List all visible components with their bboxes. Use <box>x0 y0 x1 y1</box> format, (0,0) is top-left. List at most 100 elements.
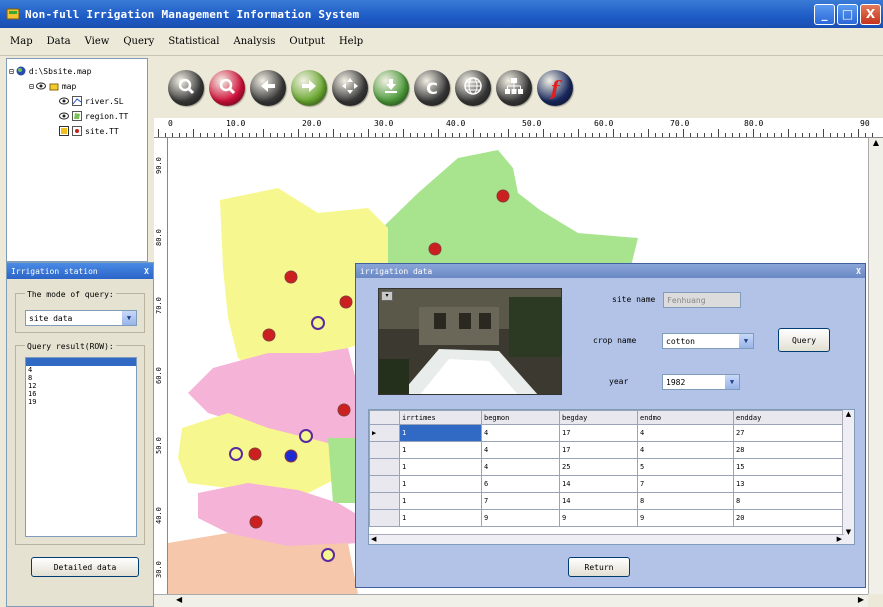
tree-group-map[interactable]: ⊟ map <box>29 80 76 92</box>
table-cell[interactable]: 8 <box>637 492 734 510</box>
column-header[interactable]: begday <box>559 410 638 425</box>
close-button[interactable]: X <box>860 3 881 25</box>
column-header[interactable]: begmon <box>481 410 560 425</box>
checkbox-icon[interactable] <box>59 126 69 136</box>
menu-statistical[interactable]: Statistical <box>168 36 219 47</box>
table-cell[interactable]: 7 <box>637 475 734 493</box>
menu-map[interactable]: Map <box>10 36 33 47</box>
station-marker[interactable] <box>321 548 335 562</box>
table-cell[interactable]: 1 <box>399 458 482 476</box>
forward-button[interactable] <box>291 70 327 106</box>
scroll-left-icon[interactable]: ◀ <box>371 535 376 543</box>
refresh-button[interactable]: C <box>414 70 450 106</box>
list-item[interactable]: 8 <box>26 374 136 382</box>
table-cell[interactable]: 15 <box>733 458 846 476</box>
station-marker[interactable] <box>284 449 298 463</box>
collapse-icon[interactable]: ⊟ <box>9 67 14 76</box>
column-header[interactable]: irrtimes <box>399 410 482 425</box>
list-item[interactable]: 4 <box>26 366 136 374</box>
table-row[interactable]: 1 4 25 5 15 <box>369 458 846 476</box>
list-item[interactable]: 16 <box>26 390 136 398</box>
table-row[interactable]: 1 4 17 4 28 <box>369 441 846 459</box>
region-green-south[interactable] <box>328 438 358 503</box>
station-marker[interactable] <box>229 447 243 461</box>
eye-icon[interactable] <box>59 96 69 106</box>
scroll-left-icon[interactable]: ◀ <box>176 595 182 604</box>
menu-analysis[interactable]: Analysis <box>233 36 275 47</box>
table-cell[interactable]: 14 <box>559 475 638 493</box>
table-cell[interactable]: 1 <box>399 424 482 442</box>
table-row[interactable]: 1 6 14 7 13 <box>369 475 846 493</box>
table-cell[interactable]: 28 <box>733 441 846 459</box>
menu-data[interactable]: Data <box>47 36 71 47</box>
zoom-in-button[interactable] <box>168 70 204 106</box>
table-cell[interactable]: 13 <box>733 475 846 493</box>
station-marker[interactable] <box>311 316 325 330</box>
scroll-right-icon[interactable]: ▶ <box>858 595 864 604</box>
station-marker[interactable] <box>299 429 313 443</box>
flash-button[interactable]: f <box>537 70 573 106</box>
maximize-button[interactable]: □ <box>837 3 858 25</box>
table-cell[interactable]: 7 <box>481 492 560 510</box>
eye-icon[interactable] <box>59 111 69 121</box>
table-row[interactable]: ▶ 1 4 17 4 27 <box>369 424 846 442</box>
table-cell[interactable]: 9 <box>559 509 638 527</box>
chevron-down-icon[interactable]: ▼ <box>739 334 753 348</box>
list-item[interactable]: 12 <box>26 382 136 390</box>
table-cell[interactable]: 4 <box>637 424 734 442</box>
year-select[interactable]: 1982 ▼ <box>662 374 740 390</box>
crop-name-select[interactable]: cotton ▼ <box>662 333 754 349</box>
list-item[interactable] <box>26 358 136 366</box>
table-cell[interactable]: 17 <box>559 424 638 442</box>
menu-query[interactable]: Query <box>123 36 154 47</box>
globe-button[interactable] <box>455 70 491 106</box>
query-mode-select[interactable]: site data ▼ <box>25 310 137 326</box>
table-cell[interactable]: 20 <box>733 509 846 527</box>
station-marker[interactable] <box>262 328 276 342</box>
chevron-down-icon[interactable]: ▼ <box>725 375 739 389</box>
list-item[interactable]: 19 <box>26 398 136 406</box>
download-button[interactable] <box>373 70 409 106</box>
tree-layer-region[interactable]: region.TT <box>59 110 128 122</box>
table-cell[interactable]: 4 <box>481 441 560 459</box>
table-row[interactable]: 1 9 9 9 20 <box>369 509 846 527</box>
column-header[interactable]: endmo <box>637 410 734 425</box>
return-button[interactable]: Return <box>568 557 630 577</box>
table-cell[interactable]: 14 <box>559 492 638 510</box>
eye-icon[interactable] <box>35 81 46 91</box>
grid-vertical-scrollbar[interactable]: ▲ ▼ <box>842 410 854 544</box>
station-marker[interactable] <box>284 270 298 284</box>
pan-button[interactable] <box>332 70 368 106</box>
table-cell[interactable]: 5 <box>637 458 734 476</box>
tree-layer-river[interactable]: river.SL <box>59 95 124 107</box>
table-cell[interactable]: 1 <box>399 492 482 510</box>
back-button[interactable] <box>250 70 286 106</box>
menu-output[interactable]: Output <box>289 36 325 47</box>
map-vertical-scrollbar[interactable]: ▲ <box>868 138 883 594</box>
detailed-data-button[interactable]: Detailed data <box>31 557 139 577</box>
table-row[interactable]: 1 7 14 8 8 <box>369 492 846 510</box>
scroll-down-icon[interactable]: ▼ <box>843 528 854 536</box>
irrigation-data-grid[interactable]: irrtimes begmon begday endmo endday ▶ 1 … <box>368 409 855 545</box>
table-cell[interactable]: 4 <box>481 424 560 442</box>
table-cell[interactable]: 1 <box>399 441 482 459</box>
collapse-icon[interactable]: ⊟ <box>29 82 34 91</box>
grid-horizontal-scrollbar[interactable]: ◀ ▶ <box>369 534 844 544</box>
station-marker[interactable] <box>249 515 263 529</box>
scroll-up-icon[interactable]: ▲ <box>843 410 854 418</box>
table-cell[interactable]: 4 <box>481 458 560 476</box>
tree-layer-site[interactable]: site.TT <box>59 125 119 137</box>
table-cell[interactable]: 25 <box>559 458 638 476</box>
minimize-button[interactable]: _ <box>814 3 835 25</box>
chevron-down-icon[interactable]: ▼ <box>122 311 136 325</box>
station-marker[interactable] <box>339 295 353 309</box>
query-result-list[interactable]: 4 8 12 16 19 <box>25 357 137 537</box>
map-horizontal-scrollbar[interactable]: ◀ ▶ <box>154 594 868 607</box>
dialog-close-button[interactable]: X <box>856 267 861 276</box>
scroll-right-icon[interactable]: ▶ <box>837 535 842 543</box>
panel-close-button[interactable]: X <box>144 267 149 276</box>
column-header[interactable]: endday <box>733 410 846 425</box>
table-cell[interactable]: 1 <box>399 475 482 493</box>
photo-menu-icon[interactable]: ▾ <box>381 291 393 301</box>
table-cell[interactable]: 4 <box>637 441 734 459</box>
